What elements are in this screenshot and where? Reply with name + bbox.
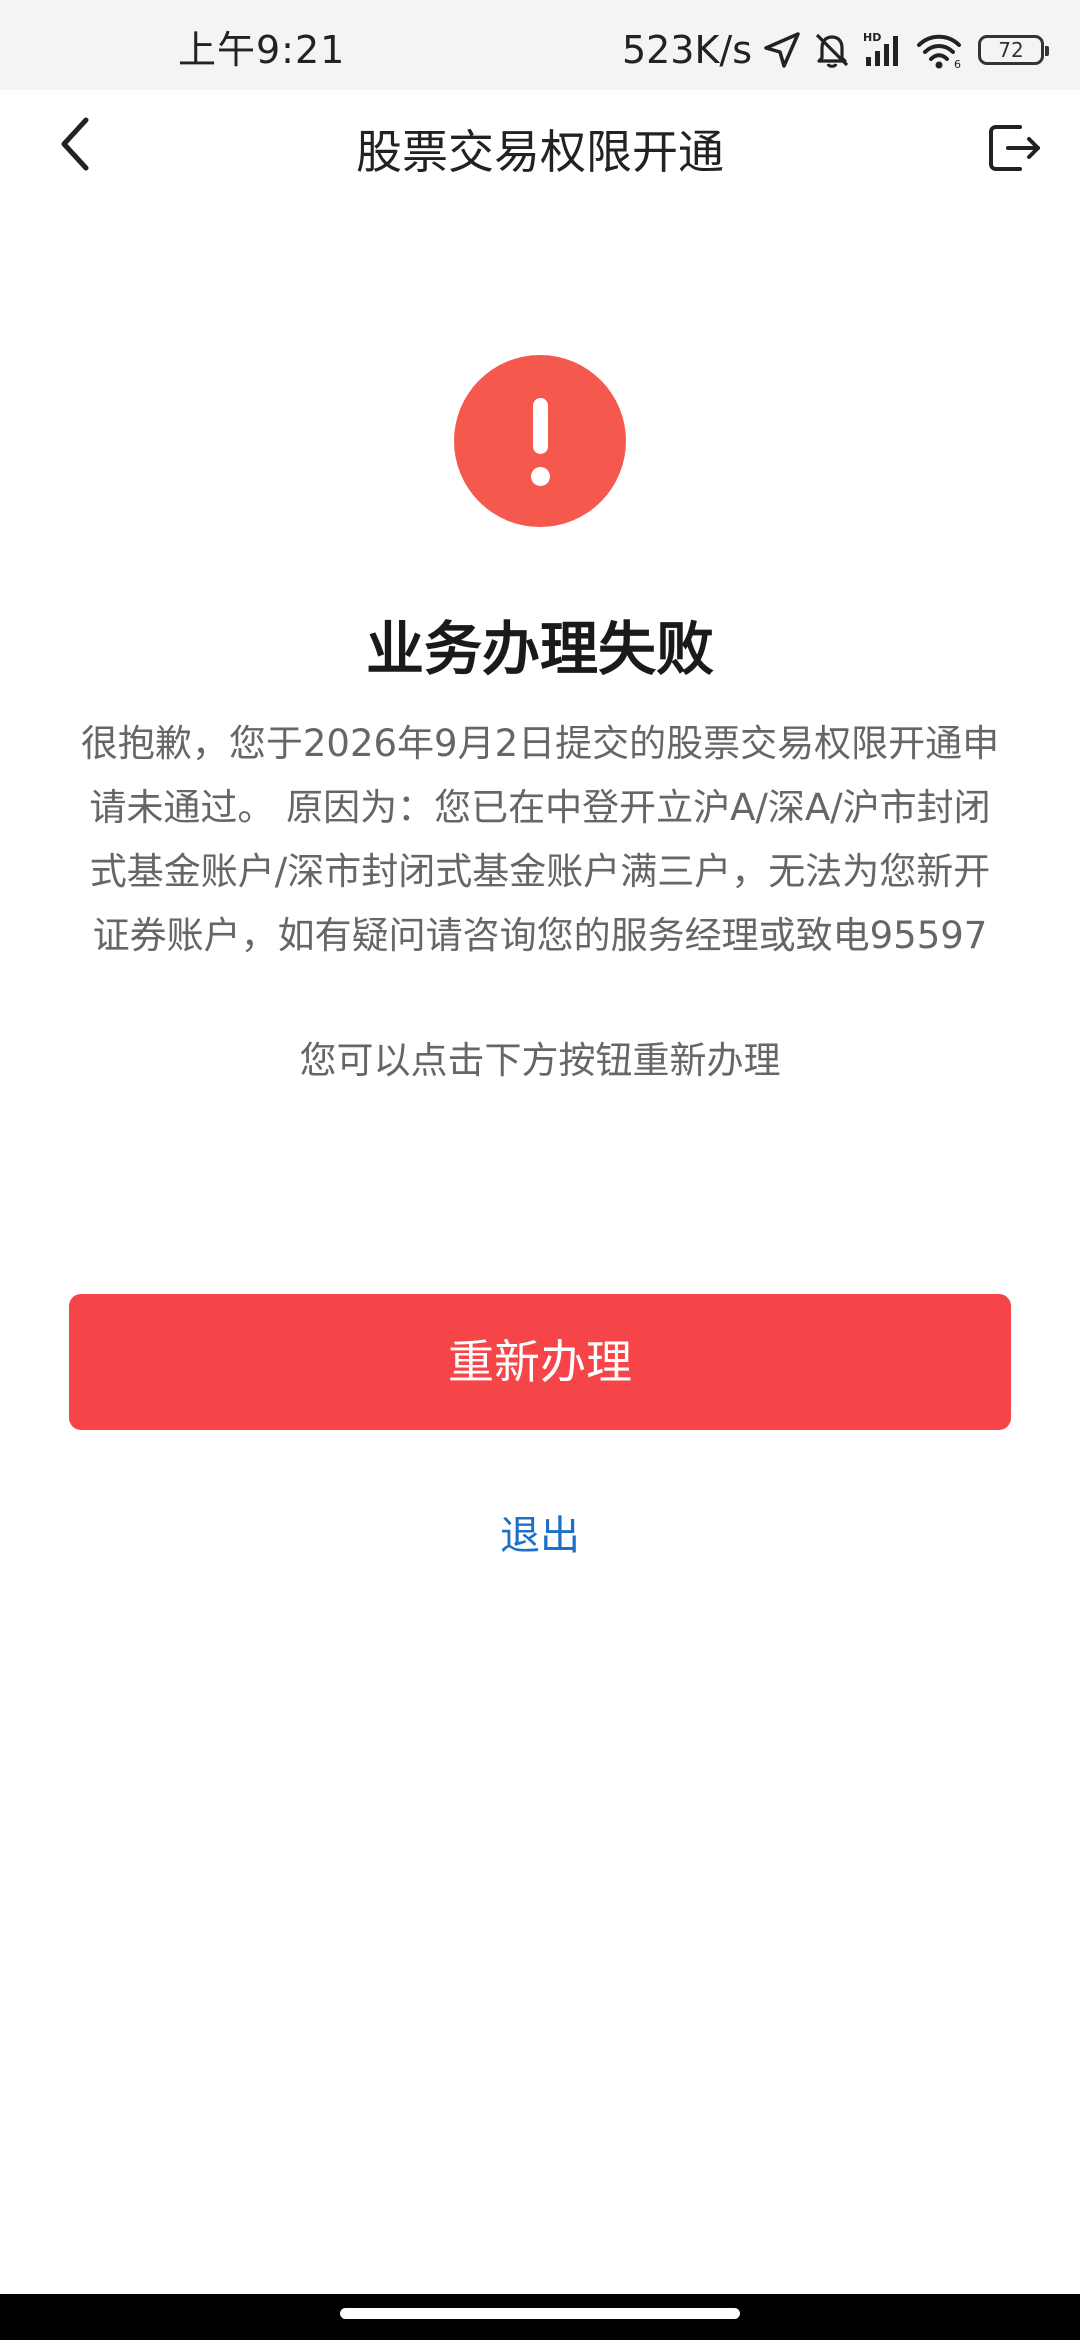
mute-bell-icon xyxy=(812,30,852,70)
battery-level: 72 xyxy=(998,38,1024,62)
logout-icon xyxy=(986,121,1042,179)
result-hint: 您可以点击下方按钮重新办理 xyxy=(299,1039,781,1082)
page-title: 股票交易权限开通 xyxy=(356,125,724,179)
location-icon xyxy=(762,30,802,70)
exclamation-bar xyxy=(533,398,548,454)
logout-button[interactable] xyxy=(982,118,1046,182)
system-nav-bar xyxy=(0,2294,1080,2340)
status-icons: 523K/s HD 6 72 xyxy=(621,28,1049,72)
exclamation-icon xyxy=(454,355,626,527)
result-title: 业务办理失败 xyxy=(365,615,714,683)
home-indicator[interactable] xyxy=(340,2308,740,2319)
svg-text:6: 6 xyxy=(954,58,961,70)
wifi-icon: 6 xyxy=(916,30,964,70)
exclamation-dot xyxy=(531,467,550,486)
hd-signal-icon: HD xyxy=(862,30,906,70)
svg-text:HD: HD xyxy=(863,31,881,44)
network-speed: 523K/s xyxy=(621,28,752,72)
status-bar: 上午9:21 523K/s HD 6 72 xyxy=(0,0,1080,90)
nav-bar: 股票交易权限开通 xyxy=(0,90,1080,220)
status-time: 上午9:21 xyxy=(178,28,346,72)
exit-link[interactable]: 退出 xyxy=(0,1508,1080,1564)
retry-button[interactable]: 重新办理 xyxy=(69,1294,1011,1430)
result-description: 很抱歉，您于2026年9月2日提交的股票交易权限开通申请未通过。 原因为：您已在… xyxy=(80,722,1000,957)
battery-icon: 72 xyxy=(978,35,1049,65)
